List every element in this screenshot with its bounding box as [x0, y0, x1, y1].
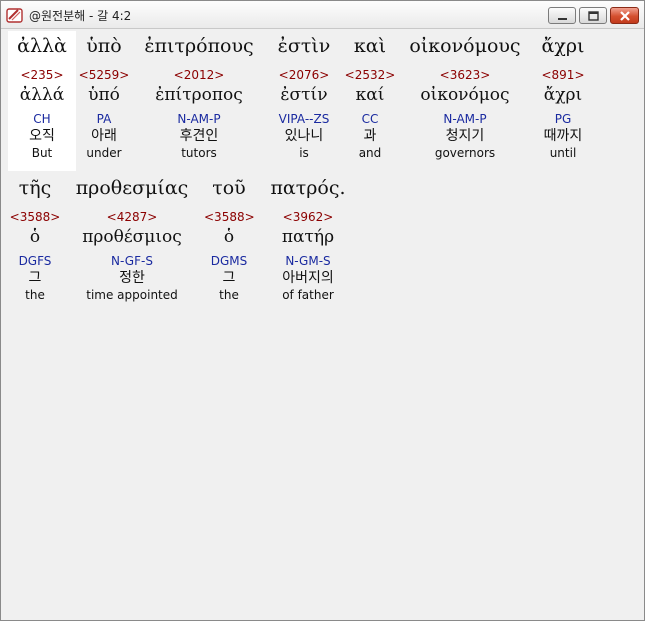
maximize-icon	[588, 11, 599, 21]
morphology-code[interactable]: PA	[76, 111, 132, 127]
title-bar[interactable]: @원전분해 - 갈 4:2	[1, 1, 644, 29]
lemma: ὑπό	[88, 85, 120, 105]
word-column[interactable]: πατρός. <3962> πατήρ N-GM-S 아버지의 of fath…	[262, 173, 354, 303]
strongs-number[interactable]: <235>	[8, 67, 76, 83]
word-column[interactable]: ἐπιτρόπους <2012> ἐπίτροπος N-AM-P 후견인 t…	[134, 31, 264, 161]
morphology-code[interactable]: CC	[344, 111, 396, 127]
korean-gloss: 오직	[29, 128, 55, 144]
korean-gloss: 과	[363, 128, 377, 144]
app-window: @원전분해 - 갈 4:2 ἀλλὰ <235> ἀλλά CH 오직 But …	[0, 0, 645, 621]
greek-word: ἄχρι	[541, 35, 585, 57]
morphology-code[interactable]: VIPA--ZS	[264, 111, 344, 127]
english-gloss: and	[358, 146, 382, 160]
app-icon[interactable]	[6, 6, 24, 24]
morphology-code[interactable]: DGMS	[204, 253, 254, 269]
strongs-number[interactable]: <2532>	[344, 67, 396, 83]
korean-gloss: 아버지의	[282, 270, 334, 286]
strongs-number[interactable]: <5259>	[76, 67, 132, 83]
word-column[interactable]: προθεσμίας <4287> προθέσμιος N-GF-S 정한 t…	[68, 173, 196, 303]
korean-gloss: 후견인	[179, 128, 219, 144]
morphology-code[interactable]: N-AM-P	[134, 111, 264, 127]
korean-gloss: 그	[222, 270, 236, 286]
word-column[interactable]: ἄχρι <891> ἄχρι PG 때까지 until	[532, 31, 594, 161]
greek-word: προθεσμίας	[75, 177, 189, 199]
word-column[interactable]: ἀλλὰ <235> ἀλλά CH 오직 But	[8, 31, 76, 171]
morphology-code[interactable]: N-GF-S	[68, 253, 196, 269]
minimize-icon	[558, 18, 567, 20]
strongs-number[interactable]: <3588>	[204, 209, 255, 225]
lemma: ἐπίτροπος	[155, 85, 243, 105]
lemma: ἄχρι	[543, 85, 583, 105]
greek-word: ὑπὸ	[86, 35, 122, 57]
word-column[interactable]: τοῦ <3588> ὁ DGMS 그 the	[204, 173, 255, 303]
lemma: ἀλλά	[19, 85, 65, 105]
greek-word: τῆς	[18, 177, 52, 199]
strongs-number[interactable]: <3623>	[398, 67, 532, 83]
english-gloss: the	[25, 288, 45, 302]
greek-word: οἰκονόμους	[409, 35, 521, 57]
greek-word: τοῦ	[212, 177, 246, 199]
close-icon	[620, 11, 630, 21]
morphology-code[interactable]: N-GM-S	[262, 253, 354, 269]
maximize-button[interactable]	[579, 7, 607, 24]
word-column[interactable]: ὑπὸ <5259> ὑπό PA 아래 under	[76, 31, 132, 161]
english-gloss: tutors	[181, 146, 217, 160]
greek-word: ἀλλὰ	[17, 35, 67, 57]
lemma: ἐστίν	[280, 85, 328, 105]
strongs-number[interactable]: <891>	[532, 67, 594, 83]
strongs-number[interactable]: <2076>	[264, 67, 344, 83]
english-gloss: the	[219, 288, 239, 302]
word-column[interactable]: καὶ <2532> καί CC 과 and	[344, 31, 396, 161]
greek-word: ἐπιτρόπους	[144, 35, 254, 57]
strongs-number[interactable]: <2012>	[134, 67, 264, 83]
english-gloss: governors	[434, 146, 496, 160]
strongs-number[interactable]: <3962>	[262, 209, 354, 225]
window-title: @원전분해 - 갈 4:2	[29, 9, 132, 23]
greek-word: ἐστὶν	[277, 35, 331, 57]
english-gloss: of father	[282, 288, 334, 302]
english-gloss: time appointed	[86, 288, 178, 302]
strongs-number[interactable]: <3588>	[8, 209, 62, 225]
english-gloss: until	[549, 146, 577, 160]
word-column[interactable]: τῆς <3588> ὁ DGFS 그 the	[8, 173, 62, 303]
lemma: ὁ	[223, 227, 235, 247]
english-gloss: under	[86, 146, 122, 160]
morphology-code[interactable]: CH	[8, 111, 76, 127]
lemma: πατήρ	[281, 227, 335, 247]
morphology-code[interactable]: DGFS	[8, 253, 62, 269]
lemma: προθέσμιος	[82, 227, 182, 247]
korean-gloss: 정한	[119, 270, 145, 286]
lemma: καί	[355, 85, 385, 105]
korean-gloss: 때까지	[543, 128, 583, 144]
analysis-pane: ἀλλὰ <235> ἀλλά CH 오직 But ὑπὸ <5259> ὑπό…	[8, 31, 641, 616]
greek-word: καὶ	[353, 35, 387, 57]
morphology-code[interactable]: PG	[532, 111, 594, 127]
morphology-code[interactable]: N-AM-P	[398, 111, 532, 127]
lemma: οἰκονόμος	[420, 85, 510, 105]
lemma: ὁ	[29, 227, 41, 247]
word-column[interactable]: οἰκονόμους <3623> οἰκονόμος N-AM-P 청지기 g…	[398, 31, 532, 161]
korean-gloss: 그	[28, 270, 42, 286]
strongs-number[interactable]: <4287>	[68, 209, 196, 225]
close-button[interactable]	[610, 7, 639, 24]
english-gloss: is	[299, 146, 309, 160]
korean-gloss: 아래	[91, 128, 117, 144]
korean-gloss: 있나니	[284, 128, 324, 144]
greek-word: πατρός.	[270, 177, 346, 199]
minimize-button[interactable]	[548, 7, 576, 24]
english-gloss: But	[31, 146, 53, 160]
word-column[interactable]: ἐστὶν <2076> ἐστίν VIPA--ZS 있나니 is	[264, 31, 344, 161]
korean-gloss: 청지기	[445, 128, 485, 144]
